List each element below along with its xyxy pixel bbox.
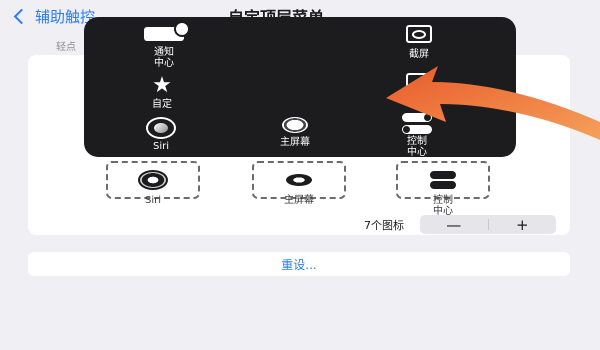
menu-item-label: 通知 中心 [154,47,174,69]
menu-item-label: 自定 [152,99,172,110]
menu-item-label: 主屏幕 [280,137,310,148]
control-center-icon [430,171,456,189]
star-icon: ★ [152,73,172,98]
icon-count-stepper[interactable]: — + [420,215,556,234]
slot-siri[interactable] [106,161,200,199]
menu-item-screenshot[interactable]: 截屏 [406,25,432,60]
slot-label-home-screen: 主屏幕 [284,195,314,206]
notification-center-icon [144,21,190,41]
menu-item-label: Siri [152,141,169,152]
menu-item-custom[interactable]: ★ 自定 [152,73,172,111]
slot-home-screen[interactable] [252,161,346,199]
menu-item-siri[interactable]: Siri [146,117,176,152]
home-screen-icon [286,174,312,186]
menu-item-home-screen[interactable]: 主屏幕 [280,117,310,148]
screenshot-icon [406,25,432,43]
icon-count-row: 7个图标 — + [28,215,570,235]
home-screen-icon [282,117,308,133]
menu-item-label: 截屏 [409,49,429,60]
siri-icon [138,170,168,190]
slot-label-siri: Siri [144,195,161,206]
icon-count-label: 7个图标 [364,219,404,232]
back-button[interactable]: 辅助触控 [13,6,95,27]
increase-button[interactable]: + [489,215,557,234]
slot-label-control-center: 控制 中心 [433,195,453,217]
orange-arrow-annotation [386,66,600,140]
siri-icon [146,117,176,139]
chevron-left-icon [13,8,30,25]
menu-item-notification-center[interactable]: 通知 中心 [144,21,190,69]
decrease-button[interactable]: — [420,215,488,234]
hint-text: 轻点 [56,42,76,53]
reset-button[interactable]: 重设... [28,252,570,276]
